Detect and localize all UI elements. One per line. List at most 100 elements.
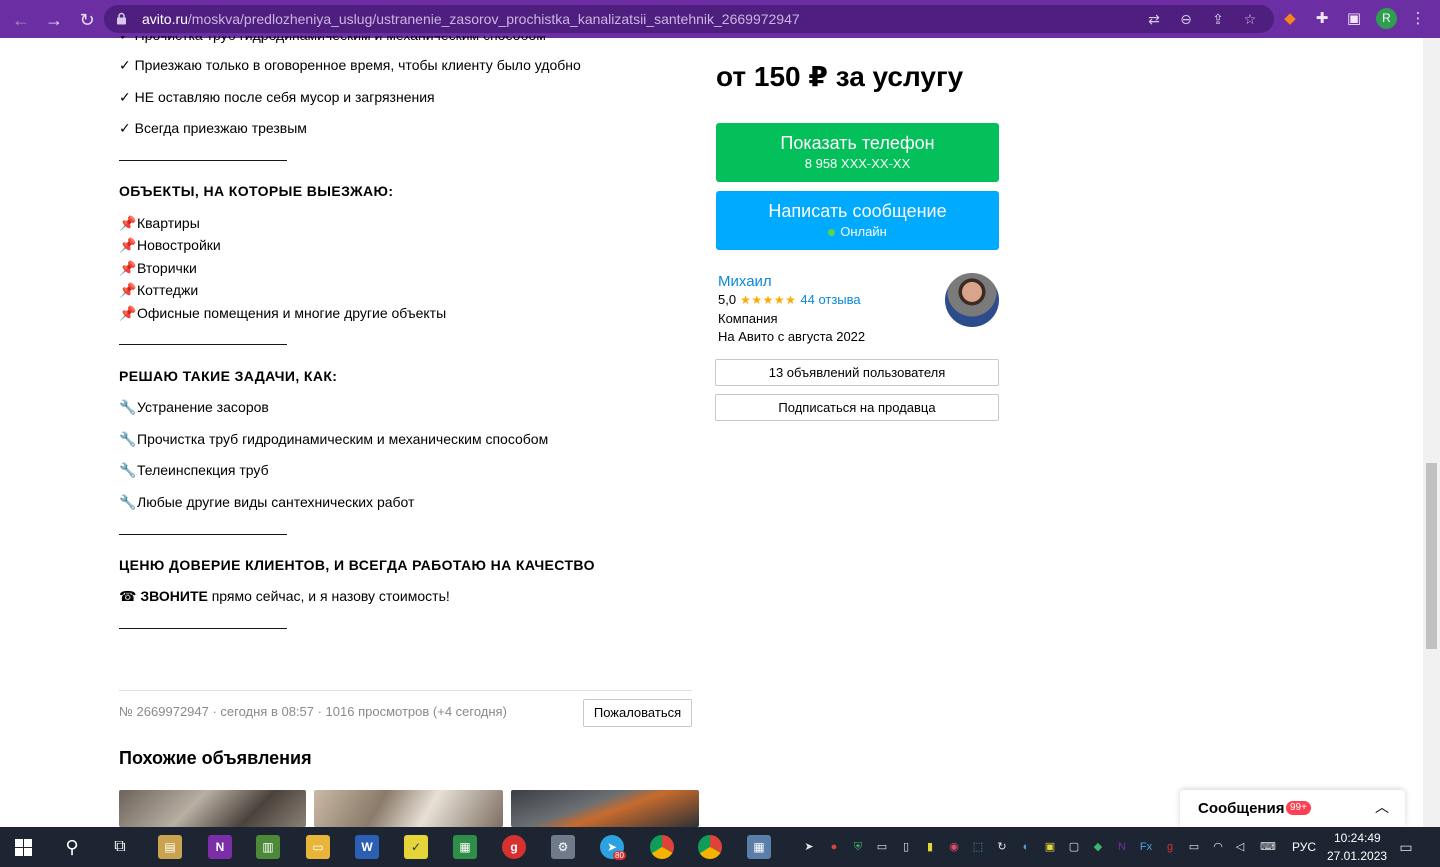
user-listings-button[interactable]: 13 объявлений пользователя (715, 359, 999, 386)
browser-toolbar: ← → ↻ avito.ru/moskva/predlozheniya_uslu… (0, 0, 1440, 38)
app-tray-icon[interactable]: ◉ (946, 839, 962, 855)
rating-value: 5,0 (718, 292, 737, 307)
list-item: 🔧Прочистка труб гидродинамическим и меха… (119, 431, 549, 447)
notification-icon[interactable]: ▭ (1398, 839, 1414, 855)
similar-listing-thumbnail[interactable] (314, 790, 503, 827)
chrome-tray-icon[interactable]: ● (826, 839, 842, 855)
chrome-icon[interactable] (698, 835, 722, 859)
app-icon[interactable]: g (502, 835, 526, 859)
metamask-icon[interactable]: ◆ (1280, 9, 1300, 29)
app-icon[interactable]: ⚙ (551, 835, 575, 859)
chevron-up-icon[interactable]: ︿ (1373, 798, 1391, 816)
pushpin-icon: 📌 (119, 237, 137, 253)
chart-app-icon[interactable]: ▥ (256, 835, 280, 859)
file-explorer-icon[interactable]: ▭ (306, 835, 330, 859)
separator: ———————————— (119, 335, 287, 351)
word-icon[interactable]: W (355, 835, 379, 859)
telegram-tray-icon[interactable]: ➤ (801, 839, 817, 855)
volume-icon[interactable]: ◁ (1232, 839, 1248, 855)
side-panel-icon[interactable]: ▣ (1344, 9, 1364, 29)
network-drive-icon[interactable]: ◆ (1090, 839, 1106, 855)
seller-avatar[interactable] (945, 273, 999, 327)
window-icon[interactable]: ▢ (1066, 839, 1082, 855)
notes-app-icon[interactable]: ▤ (158, 835, 182, 859)
sticky-note-tray-icon[interactable]: ▮ (922, 839, 938, 855)
price: от 150 ₽ за услугу (716, 61, 964, 92)
scrollbar[interactable] (1423, 38, 1440, 827)
similar-listing-thumbnail[interactable] (119, 790, 306, 827)
calculator-icon[interactable]: ▦ (747, 835, 771, 859)
windows-start-icon[interactable] (15, 839, 32, 856)
separator: ———————————— (119, 151, 287, 167)
search-icon[interactable]: ⚲ (60, 835, 84, 859)
profile-avatar[interactable]: R (1376, 8, 1397, 29)
wrench-icon: 🔧 (119, 399, 137, 415)
onenote-icon[interactable]: N (208, 835, 232, 859)
forward-icon[interactable]: → (43, 9, 65, 31)
fx-icon[interactable]: Fx (1138, 839, 1154, 855)
bookmark-star-icon[interactable]: ☆ (1242, 11, 1258, 27)
wrench-icon: 🔧 (119, 431, 137, 447)
share-icon[interactable]: ⇪ (1210, 11, 1226, 27)
subscribe-seller-button[interactable]: Подписаться на продавца (715, 394, 999, 421)
shield-icon[interactable]: ⛨ (850, 839, 866, 855)
telephone-icon: ☎ (119, 588, 137, 604)
clock-date[interactable]: 27.01.2023 (1327, 849, 1387, 863)
list-item: 🔧Устранение засоров (119, 399, 269, 415)
address-bar[interactable]: avito.ru/moskva/predlozheniya_uslug/ustr… (104, 5, 1274, 33)
separator: ———————————— (119, 619, 287, 635)
unread-badge: 99+ (1286, 801, 1311, 815)
sheets-icon[interactable]: ▦ (453, 835, 477, 859)
messages-widget[interactable]: Сообщения 99+ ︿ (1180, 790, 1405, 827)
listing-meta: № 2669972947 · сегодня в 08:57 · 1016 пр… (119, 704, 507, 719)
show-phone-button[interactable]: Показать телефон 8 958 XXX-XX-XX (716, 123, 999, 182)
online-dot-icon (828, 229, 836, 237)
list-item: 📌Коттеджи (119, 282, 199, 298)
call-line: ☎ ЗВОНИТЕ прямо сейчас, и я назову стоим… (119, 588, 450, 604)
objects-heading: ОБЪЕКТЫ, НА КОТОРЫЕ ВЫЕЗЖАЮ: (119, 183, 394, 199)
back-icon[interactable]: ← (10, 9, 32, 31)
write-message-label: Написать сообщение (768, 201, 947, 221)
monitor-icon[interactable]: ▭ (874, 839, 890, 855)
separator: ———————————— (119, 525, 287, 541)
list-item: 🔧Телеинспекция труб (119, 462, 269, 478)
similar-listing-thumbnail[interactable] (511, 790, 699, 827)
reload-icon[interactable]: ↻ (76, 9, 98, 31)
quality-heading: ЦЕНЮ ДОВЕРИЕ КЛИЕНТОВ, И ВСЕГДА РАБОТАЮ … (119, 557, 595, 573)
chrome-icon[interactable] (650, 835, 674, 859)
app-tray-icon[interactable]: ◐ (1018, 839, 1034, 855)
write-message-button[interactable]: Написать сообщение Онлайн (716, 191, 999, 250)
complain-button[interactable]: Пожаловаться (583, 699, 692, 727)
reviews-link[interactable]: 44 отзыва (800, 292, 860, 307)
url-text: avito.ru/moskva/predlozheniya_uslug/ustr… (142, 11, 800, 27)
pushpin-icon: 📌 (119, 305, 137, 321)
sticky-notes-icon[interactable]: ✓ (404, 835, 428, 859)
scrollbar-thumb[interactable] (1426, 463, 1437, 649)
document-icon[interactable]: ▯ (898, 839, 914, 855)
task-view-icon[interactable]: ⧉ (108, 835, 132, 859)
app-tray-icon[interactable]: g (1162, 839, 1178, 855)
keyboard-icon[interactable]: ⌨ (1260, 839, 1276, 855)
app-tray-icon[interactable]: ▣ (1042, 839, 1058, 855)
seller-name-link[interactable]: Михаил (718, 273, 772, 290)
wrench-icon: 🔧 (119, 494, 137, 510)
translate-icon[interactable]: ⇄ (1146, 11, 1162, 27)
windows-taskbar: ⚲ ⧉ ▤ N ▥ ▭ W ✓ ▦ g ⚙ ➤ 80 ▦ ➤ ● ⛨ ▭ ▯ ▮… (0, 827, 1440, 867)
list-item: 🔧Любые другие виды сантехнических работ (119, 494, 415, 510)
description-line: ✓ НЕ оставляю после себя мусор и загрязн… (119, 89, 435, 105)
zoom-icon[interactable]: ⊖ (1178, 11, 1194, 27)
language-indicator[interactable]: РУС (1292, 840, 1316, 854)
menu-icon[interactable]: ⋮ (1408, 9, 1428, 29)
online-status: Онлайн (716, 224, 999, 239)
sync-icon[interactable]: ↻ (994, 839, 1010, 855)
wifi-icon[interactable]: ◠ (1210, 839, 1226, 855)
battery-icon[interactable]: ▭ (1186, 839, 1202, 855)
extensions-icon[interactable]: ✚ (1312, 9, 1332, 29)
list-item: 📌Новостройки (119, 237, 221, 253)
clock-time[interactable]: 10:24:49 (1334, 831, 1381, 845)
screenshot-icon[interactable]: ⬚ (970, 839, 986, 855)
wrench-icon: 🔧 (119, 462, 137, 478)
list-item: 📌Вторички (119, 260, 197, 276)
pushpin-icon: 📌 (119, 260, 137, 276)
onenote-tray-icon[interactable]: N (1114, 839, 1130, 855)
